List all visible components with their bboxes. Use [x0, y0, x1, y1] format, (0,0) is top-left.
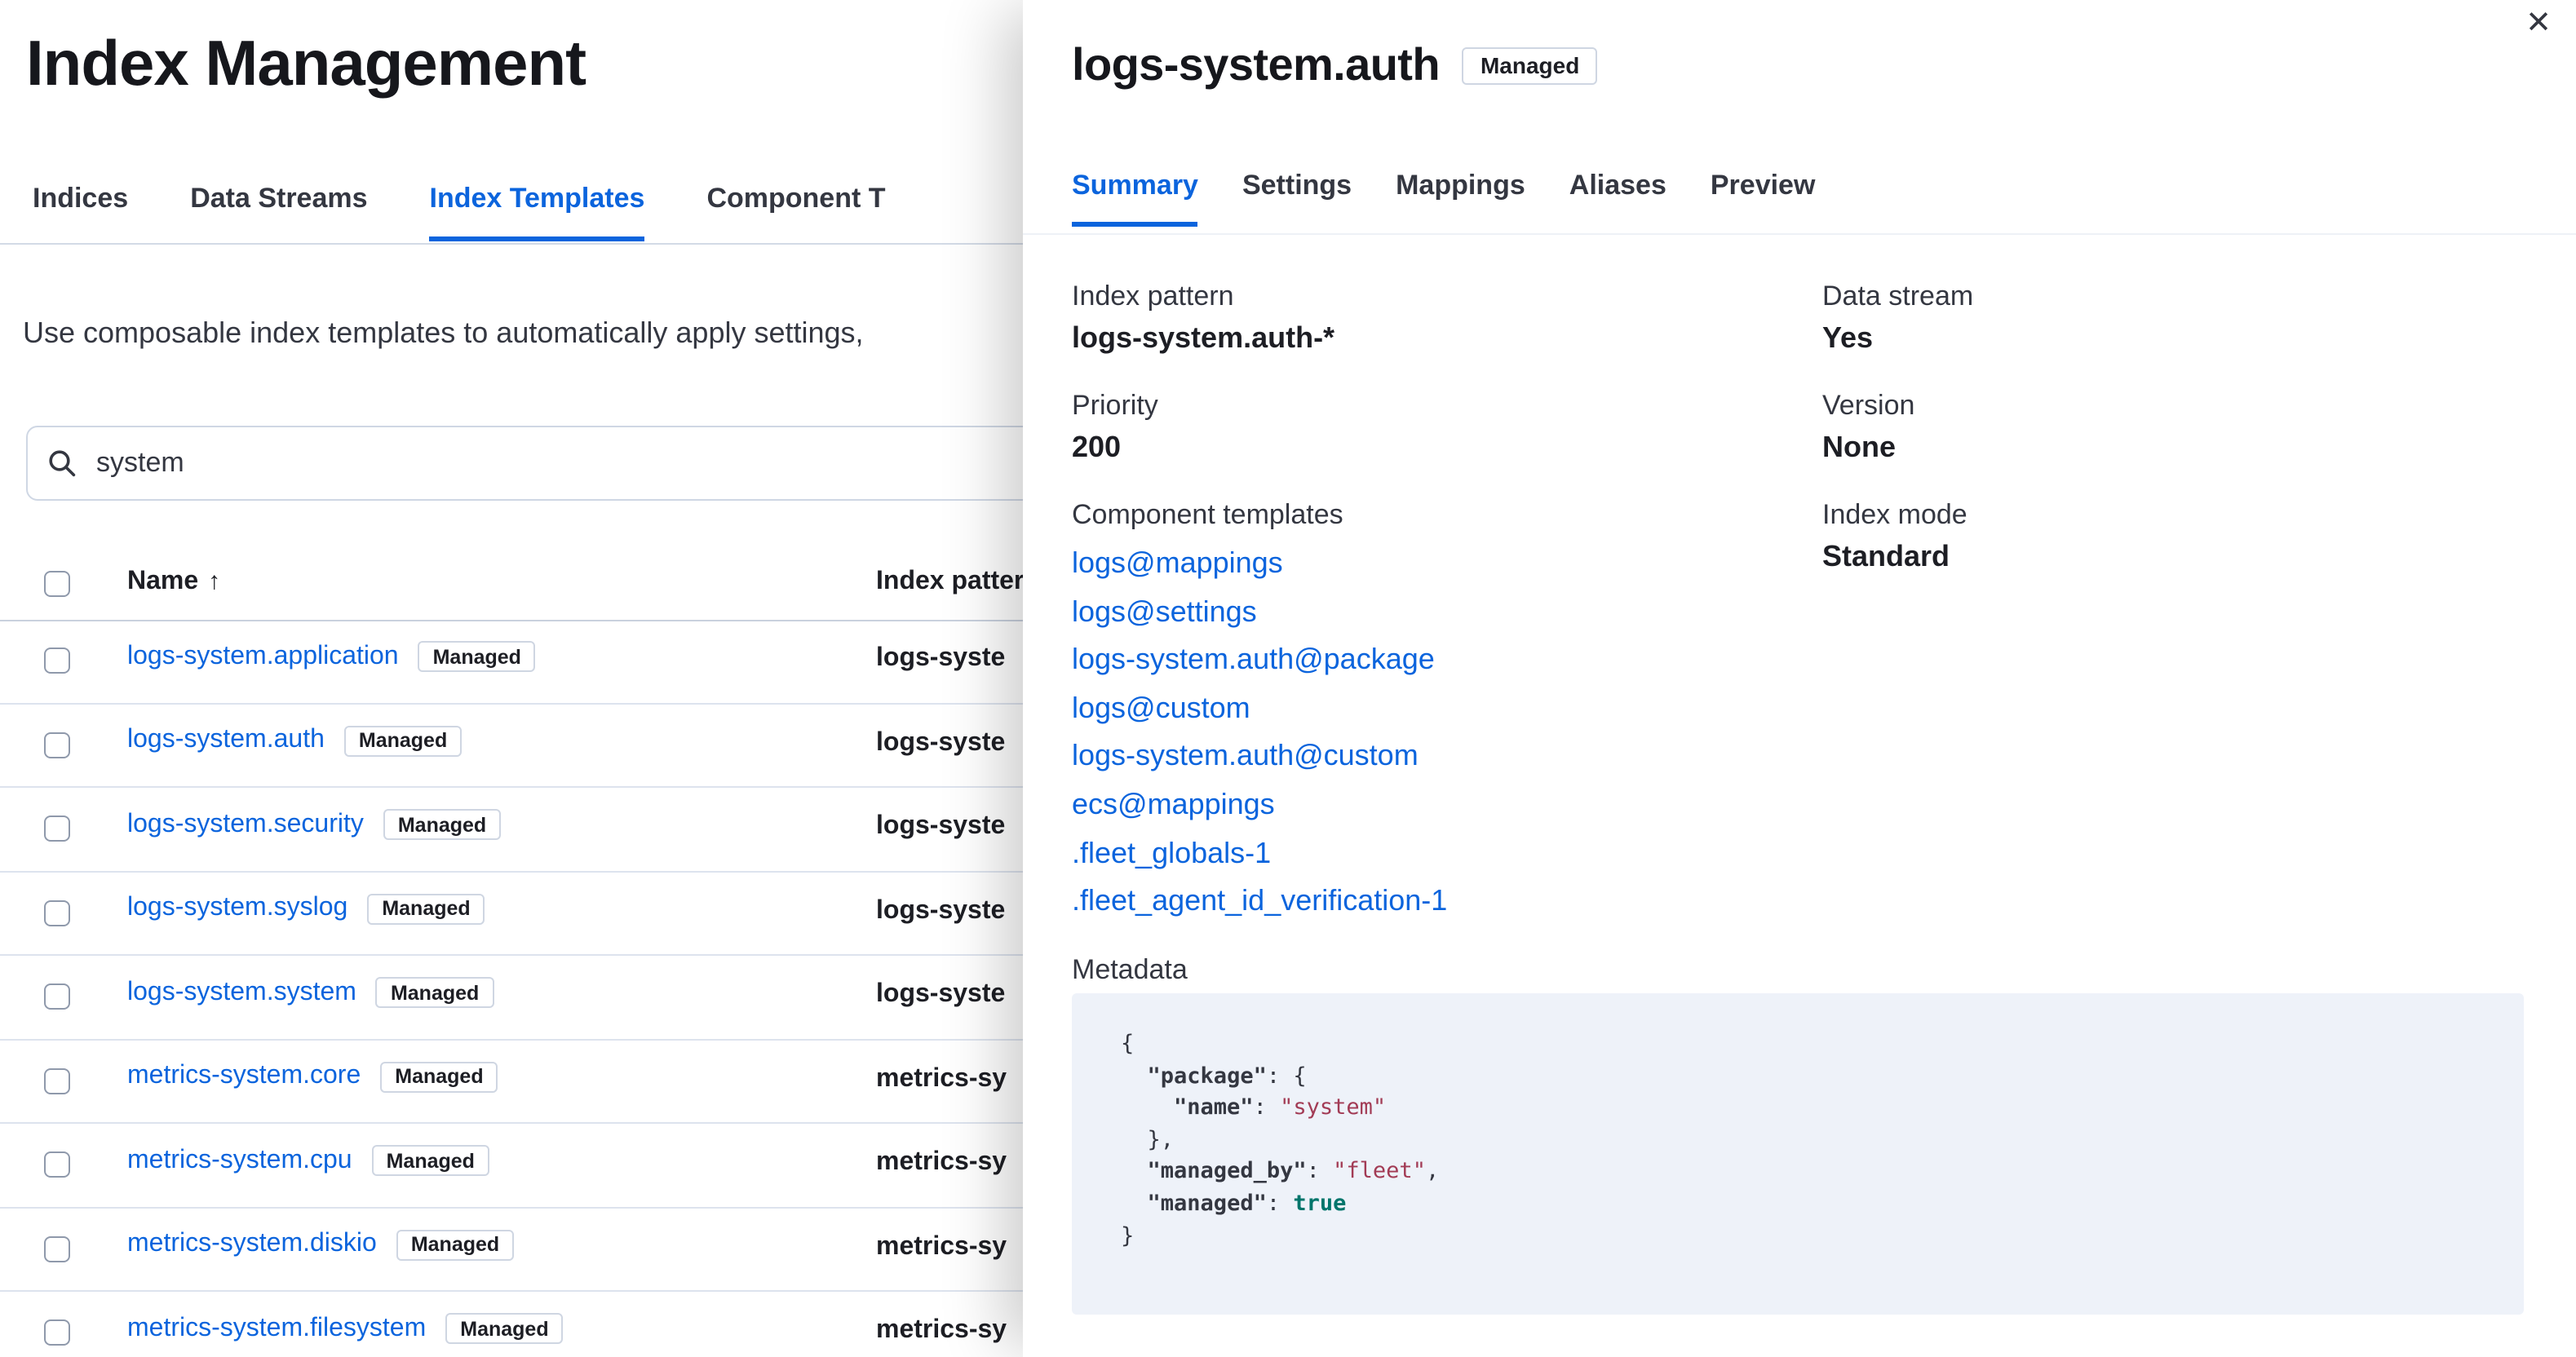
index-pattern-label: Index pattern	[1072, 281, 1234, 312]
managed-badge: Managed	[380, 1061, 498, 1092]
index-mode-value: Standard	[1822, 540, 1950, 572]
select-row-checkbox[interactable]	[44, 983, 70, 1010]
managed-badge: Managed	[396, 1229, 515, 1260]
search-icon	[49, 450, 76, 477]
screen: Index Management Indices Data Streams Inde…	[0, 0, 2576, 1357]
select-row-checkbox[interactable]	[44, 1151, 70, 1178]
managed-badge: Managed	[1462, 46, 1598, 84]
tab-data-streams[interactable]: Data Streams	[190, 183, 367, 241]
template-name-link[interactable]: logs-system.application	[127, 642, 399, 671]
flyout-tab-settings[interactable]: Settings	[1242, 170, 1352, 227]
template-name-link[interactable]: metrics-system.diskio	[127, 1230, 377, 1259]
template-name-link[interactable]: logs-system.system	[127, 978, 356, 1007]
template-name-link[interactable]: metrics-system.filesystem	[127, 1314, 426, 1343]
page-title: Index Management	[26, 29, 586, 99]
tab-indices[interactable]: Indices	[33, 183, 128, 241]
select-row-checkbox[interactable]	[44, 1067, 70, 1094]
flyout-header: logs-system.auth Managed	[1072, 39, 1598, 91]
code-line: "package": {	[1147, 1063, 1307, 1090]
index-pattern-value: logs-system.auth-*	[1072, 321, 1335, 354]
select-row-checkbox[interactable]	[44, 648, 70, 674]
sort-ascending-icon: ↑	[208, 568, 221, 595]
flyout-tab-preview[interactable]: Preview	[1711, 170, 1816, 227]
select-row-checkbox[interactable]	[44, 732, 70, 758]
page-tabs: Indices Data Streams Index Templates Compon…	[33, 183, 886, 241]
priority-value: 200	[1072, 431, 1122, 463]
code-line: {	[1121, 1031, 1135, 1057]
component-template-link[interactable]: ecs@mappings	[1072, 781, 1790, 829]
template-name-link[interactable]: logs-system.syslog	[127, 894, 347, 923]
select-row-checkbox[interactable]	[44, 1235, 70, 1262]
managed-badge: Managed	[383, 809, 502, 840]
code-line: },	[1121, 1126, 1175, 1153]
metadata-label: Metadata	[1072, 954, 1188, 985]
tab-index-templates[interactable]: Index Templates	[429, 183, 645, 241]
page-description: Use composable index templates to automa…	[23, 316, 864, 349]
managed-badge: Managed	[445, 1313, 564, 1344]
managed-badge: Managed	[371, 1145, 489, 1176]
managed-badge: Managed	[418, 641, 536, 672]
component-template-link[interactable]: logs@custom	[1072, 685, 1790, 733]
managed-badge: Managed	[367, 893, 485, 924]
data-stream-label: Data stream	[1822, 281, 1974, 312]
index-management-page: Index Management Indices Data Streams Inde…	[0, 0, 2576, 1357]
flyout-tab-aliases[interactable]: Aliases	[1569, 170, 1666, 227]
managed-badge: Managed	[375, 977, 494, 1008]
data-stream-value: Yes	[1822, 321, 1874, 354]
version-label: Version	[1822, 390, 1915, 421]
tab-component-t[interactable]: Component T	[706, 183, 885, 241]
summary-right-column: Data stream Yes Version None Index mode …	[1822, 281, 2344, 608]
close-icon[interactable]: ✕	[2525, 8, 2552, 39]
metadata-code-block: { "package": { "name": "system" }, "mana…	[1072, 993, 2524, 1315]
component-template-link[interactable]: logs-system.auth@package	[1072, 636, 1790, 684]
index-pattern-cell: logs-syste	[876, 644, 1006, 672]
index-pattern-cell: metrics-sy	[876, 1148, 1007, 1176]
select-row-checkbox[interactable]	[44, 1319, 70, 1346]
index-pattern-cell: metrics-sy	[876, 1064, 1007, 1092]
code-line: }	[1121, 1222, 1135, 1249]
template-name-link[interactable]: metrics-system.core	[127, 1062, 361, 1091]
index-pattern-cell: metrics-sy	[876, 1316, 1007, 1344]
component-templates-label: Component templates	[1072, 499, 1343, 530]
component-template-link[interactable]: logs-system.auth@custom	[1072, 733, 1790, 781]
index-pattern-cell: logs-syste	[876, 980, 1006, 1008]
select-all-checkbox[interactable]	[44, 571, 70, 597]
column-header-index-patterns: Index patter	[876, 568, 1025, 595]
column-header-name[interactable]: Name ↑	[127, 568, 220, 597]
template-name-link[interactable]: logs-system.auth	[127, 726, 325, 755]
component-template-link[interactable]: logs@settings	[1072, 588, 1790, 636]
component-templates-list: logs@mappings logs@settings logs-system.au…	[1072, 540, 1790, 926]
template-name-link[interactable]: metrics-system.cpu	[127, 1146, 352, 1175]
flyout-tabs-divider	[1023, 233, 2576, 235]
index-pattern-cell: logs-syste	[876, 896, 1006, 924]
version-value: None	[1822, 431, 1896, 463]
index-mode-label: Index mode	[1822, 499, 1967, 530]
priority-label: Priority	[1072, 390, 1158, 421]
code-line: "name": "system"	[1174, 1094, 1387, 1121]
index-pattern-cell: metrics-sy	[876, 1232, 1007, 1260]
component-template-link[interactable]: logs@mappings	[1072, 540, 1790, 588]
component-template-link[interactable]: .fleet_globals-1	[1072, 829, 1790, 877]
select-row-checkbox[interactable]	[44, 816, 70, 842]
component-template-link[interactable]: .fleet_agent_id_verification-1	[1072, 877, 1790, 926]
index-pattern-cell: logs-syste	[876, 728, 1006, 756]
code-line: "managed_by": "fleet",	[1147, 1158, 1440, 1185]
flyout-tab-mappings[interactable]: Mappings	[1396, 170, 1525, 227]
summary-left-column: Index pattern logs-system.auth-* Priorit…	[1072, 281, 1790, 926]
flyout-title: logs-system.auth	[1072, 39, 1441, 90]
select-row-checkbox[interactable]	[44, 900, 70, 926]
flyout-tab-summary[interactable]: Summary	[1072, 170, 1198, 227]
index-pattern-cell: logs-syste	[876, 812, 1006, 840]
code-line: "managed": true	[1147, 1190, 1347, 1217]
template-name-link[interactable]: logs-system.security	[127, 810, 364, 839]
managed-badge: Managed	[343, 725, 463, 756]
flyout-tabs: Summary Settings Mappings Aliases Preview	[1072, 170, 1815, 227]
